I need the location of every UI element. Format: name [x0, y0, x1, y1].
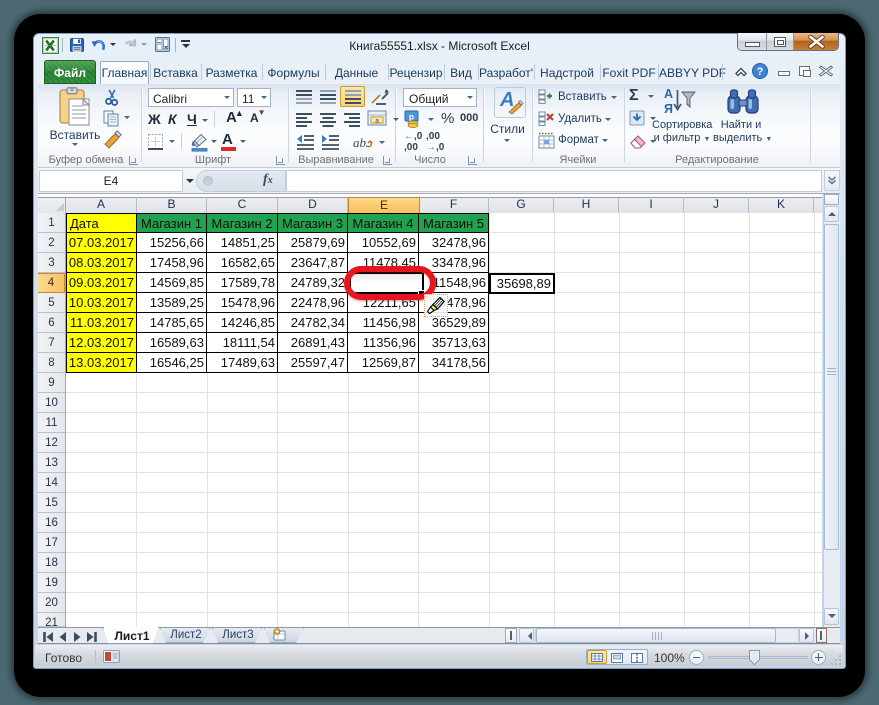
svg-text:р: р — [409, 112, 414, 122]
svg-text:А: А — [664, 87, 673, 101]
svg-text:Я: Я — [664, 102, 673, 115]
svg-text:?: ? — [757, 66, 764, 78]
svg-text:ab: ab — [353, 135, 367, 150]
svg-text:a: a — [375, 117, 379, 124]
